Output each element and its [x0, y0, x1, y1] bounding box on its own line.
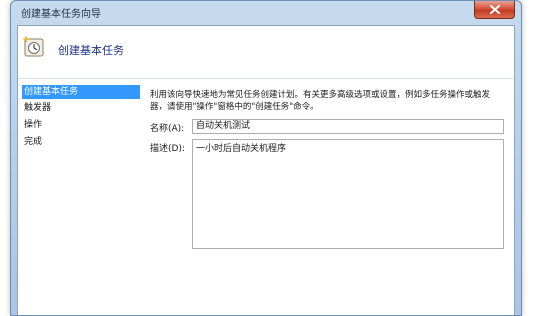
- wizard-steps-sidebar: 创建基本任务 触发器 操作 完成: [18, 79, 142, 315]
- description-line-1: 利用该向导快速地为常见任务创建计划。有关更多高级选项或设置，例如多任务操作或触发: [150, 90, 491, 100]
- wizard-content: 利用该向导快速地为常见任务创建计划。有关更多高级选项或设置，例如多任务操作或触发…: [146, 79, 514, 315]
- wizard-client-area: 创建基本任务 创建基本任务 触发器 操作 完成 利用该向导快速地为常见任务创建计…: [17, 25, 515, 315]
- wizard-description: 利用该向导快速地为常见任务创建计划。有关更多高级选项或设置，例如多任务操作或触发…: [150, 89, 504, 113]
- wizard-header: 创建基本任务: [18, 26, 514, 79]
- window-title: 创建基本任务向导: [21, 9, 101, 20]
- sidebar-item-finish[interactable]: 完成: [22, 135, 140, 149]
- close-button[interactable]: [474, 1, 515, 19]
- name-input[interactable]: 自动关机测试: [192, 119, 504, 134]
- sidebar-item-trigger[interactable]: 触发器: [22, 101, 140, 115]
- task-scheduler-clock-icon: [22, 35, 44, 57]
- title-bar[interactable]: 创建基本任务向导: [11, 1, 521, 23]
- description-line-2: 器，请使用"操作"窗格中的"创建任务"命令。: [150, 102, 319, 112]
- sidebar-item-create-basic-task[interactable]: 创建基本任务: [22, 85, 140, 99]
- name-label: 名称(A):: [150, 124, 185, 134]
- description-textarea[interactable]: 一小时后自动关机程序: [192, 139, 504, 249]
- page-title: 创建基本任务: [58, 44, 124, 57]
- close-icon: [489, 5, 500, 14]
- wizard-window: 创建基本任务向导 创建基本任务 创建基本任务 触发器 操作 完成 利用该向导快速…: [10, 0, 522, 316]
- description-label: 描述(D):: [150, 144, 185, 154]
- sidebar-item-action[interactable]: 操作: [22, 118, 140, 132]
